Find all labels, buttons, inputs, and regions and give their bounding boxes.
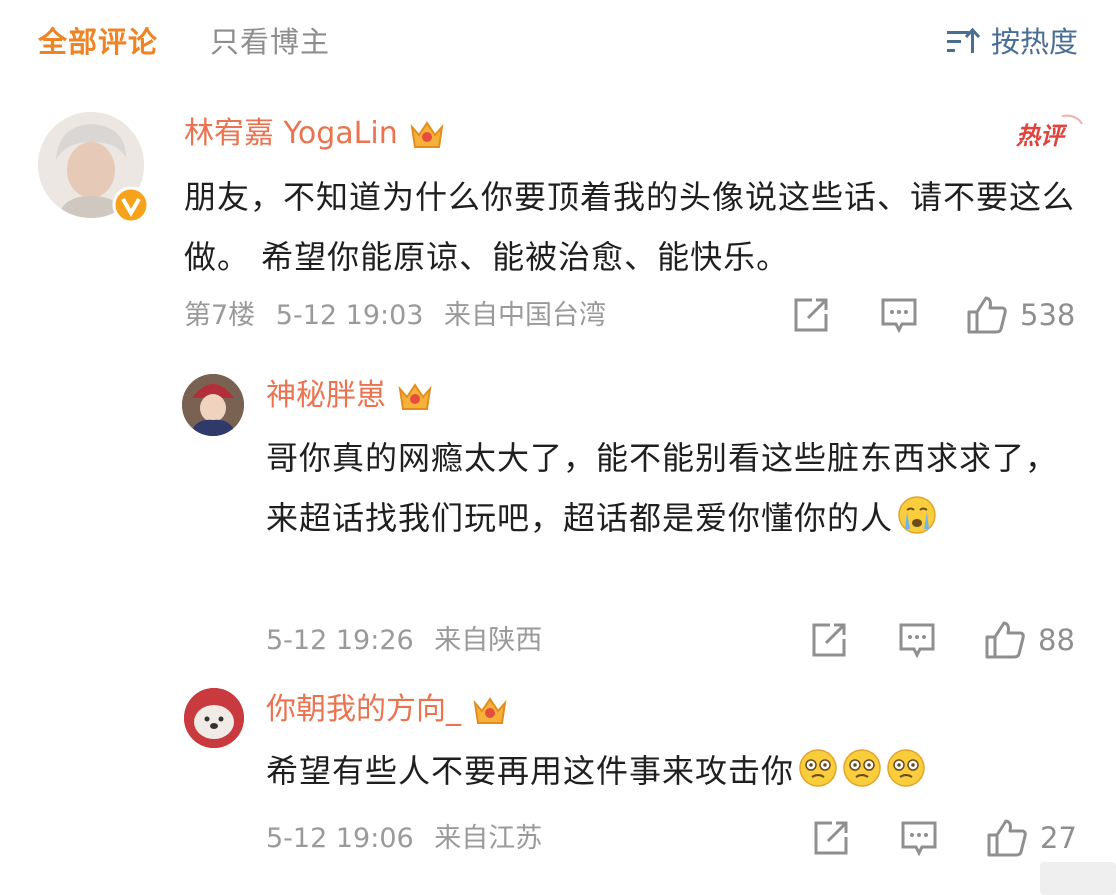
comment-meta: 5-12 19:26 来自陕西 — [266, 623, 554, 659]
like-count: 88 — [1038, 623, 1075, 657]
crown-member-icon — [410, 121, 444, 148]
comment-location: 来自陕西 — [434, 625, 543, 656]
crown-member-icon — [398, 383, 432, 410]
dizzy-face-emoji — [843, 749, 881, 787]
comment-username[interactable]: 林宥嘉 YogaLin — [184, 114, 446, 154]
watermark — [1040, 862, 1116, 895]
comment-location: 来自中国台湾 — [444, 300, 607, 331]
avatar[interactable] — [182, 374, 244, 436]
tab-all-comments[interactable]: 全部评论 — [38, 22, 158, 62]
like-button[interactable]: 27 — [986, 818, 1077, 858]
dizzy-face-emoji — [887, 749, 925, 787]
crying-face-emoji — [898, 496, 936, 534]
like-button[interactable]: 88 — [984, 620, 1075, 660]
share-icon[interactable] — [792, 296, 830, 334]
comment-time: 5-12 19:03 — [275, 300, 424, 331]
reply-icon[interactable] — [880, 297, 918, 333]
like-count: 27 — [1040, 821, 1077, 855]
like-button[interactable]: 538 — [966, 295, 1075, 335]
reply-icon[interactable] — [900, 820, 938, 856]
comment-tab-bar: 全部评论 只看博主 按热度 — [0, 0, 1116, 84]
comment-meta: 5-12 19:06 来自江苏 — [266, 821, 554, 857]
tab-blogger-only[interactable]: 只看博主 — [210, 22, 330, 62]
thumbs-up-icon — [967, 296, 1007, 334]
comment-text: 哥你真的网瘾太大了，能不能别看这些脏东西求求了，来超话找我们玩吧，超话都是爱你懂… — [266, 439, 1059, 537]
avatar[interactable] — [184, 688, 244, 748]
floor-number: 第7楼 — [184, 300, 256, 331]
comment-text: 希望有些人不要再用这件事来攻击你 — [266, 741, 1086, 801]
comment-time: 5-12 19:06 — [266, 823, 414, 854]
share-icon[interactable] — [810, 621, 848, 659]
comment-username[interactable]: 你朝我的方向_ — [266, 690, 509, 730]
comment-location: 来自江苏 — [434, 823, 543, 854]
hot-comment-badge: 热评 — [1014, 112, 1086, 162]
comment-username[interactable]: 神秘胖崽 — [266, 376, 434, 416]
thumbs-up-icon — [985, 621, 1025, 659]
comment-actions: 88 — [810, 620, 1075, 660]
verified-badge-icon — [112, 186, 150, 224]
comment-time: 5-12 19:26 — [266, 625, 414, 656]
sort-label: 按热度 — [990, 25, 1078, 59]
like-count: 538 — [1020, 298, 1076, 332]
share-icon[interactable] — [812, 819, 850, 857]
svg-text:热评: 热评 — [1015, 122, 1068, 150]
comment-text: 朋友，不知道为什么你要顶着我的头像说这些话、请不要这么做。 希望你能原谅、能被治… — [184, 178, 1076, 276]
thumbs-up-icon — [987, 819, 1027, 857]
comment-actions: 538 — [792, 295, 1075, 335]
reply-icon[interactable] — [898, 622, 936, 658]
comment-actions: 27 — [812, 818, 1077, 858]
comment-meta: 第7楼 5-12 19:03 来自中国台湾 — [184, 298, 618, 334]
sort-by-hot-button[interactable]: 按热度 — [945, 22, 1078, 62]
dizzy-face-emoji — [799, 749, 837, 787]
crown-member-icon — [473, 697, 507, 724]
sort-icon — [946, 27, 981, 53]
